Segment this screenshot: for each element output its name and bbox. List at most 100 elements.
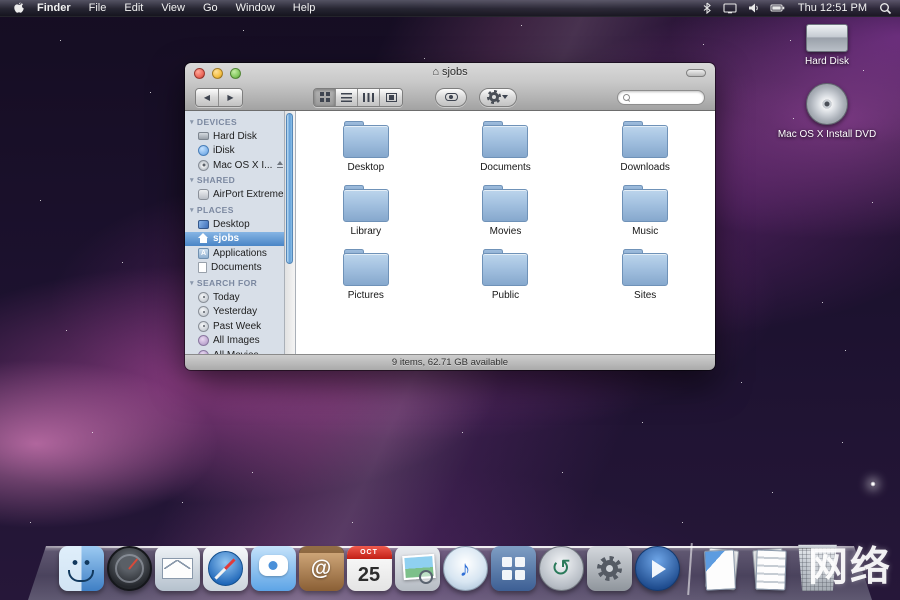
sidebar-section-places[interactable]: ▾PLACES [185, 202, 284, 217]
menu-go[interactable]: Go [194, 0, 227, 17]
folder-item[interactable]: Movies [436, 185, 576, 249]
folder-item[interactable]: Pictures [296, 249, 436, 313]
hard-disk-label: Hard Disk [805, 56, 849, 67]
sidebar-item-all-images[interactable]: All Images [185, 334, 284, 349]
spotlight-icon[interactable] [879, 2, 892, 15]
sidebar-item-install-disc[interactable]: Mac OS X I... [185, 158, 284, 173]
sidebar-item-label: sjobs [213, 233, 239, 244]
folder-item[interactable]: Downloads [575, 121, 715, 185]
dock-ichat-icon[interactable] [251, 546, 296, 591]
folder-label: Pictures [348, 290, 384, 301]
dock-itunes-icon[interactable]: ♪ [443, 546, 488, 591]
folder-label: Movies [490, 226, 522, 237]
dock-front-row-icon[interactable] [635, 546, 680, 591]
view-mode-buttons [313, 88, 403, 107]
desktop-icon-install-dvd[interactable]: Mac OS X Install DVD [778, 83, 876, 140]
sidebar-item-idisk[interactable]: iDisk [185, 144, 284, 159]
desktop-icon-hard-disk[interactable]: Hard Disk [805, 24, 849, 67]
sidebar-item-today[interactable]: Today [185, 290, 284, 305]
sidebar-scrollbar[interactable] [285, 111, 296, 354]
apple-logo-icon [12, 1, 25, 15]
search-input[interactable] [617, 90, 705, 105]
home-icon [198, 233, 209, 244]
shared-header-label: SHARED [197, 175, 235, 185]
dock-mail-icon[interactable] [155, 546, 200, 591]
folder-item[interactable]: Music [575, 185, 715, 249]
dock-ical-icon[interactable]: OCT 25 [347, 546, 392, 591]
dock-documents-stack-icon[interactable] [698, 546, 743, 591]
dock-preview-icon[interactable] [395, 546, 440, 591]
display-icon[interactable] [723, 2, 737, 14]
folder-item[interactable]: Library [296, 185, 436, 249]
quick-look-button[interactable] [435, 88, 467, 107]
sidebar-item-documents[interactable]: Documents [185, 261, 284, 276]
menu-finder[interactable]: Finder [28, 0, 80, 17]
clock-icon [198, 306, 209, 317]
disclosure-triangle-icon: ▾ [190, 279, 194, 287]
hard-disk-icon [198, 132, 209, 140]
folder-item[interactable]: Sites [575, 249, 715, 313]
dock-dashboard-icon[interactable] [107, 546, 152, 591]
menu-window[interactable]: Window [227, 0, 284, 17]
menu-view[interactable]: View [152, 0, 194, 17]
dock-system-preferences-icon[interactable] [587, 546, 632, 591]
eject-icon[interactable] [276, 161, 284, 169]
folder-item[interactable]: Public [436, 249, 576, 313]
menu-help[interactable]: Help [284, 0, 325, 17]
folder-icon [622, 125, 668, 158]
folder-item[interactable]: Documents [436, 121, 576, 185]
folder-item[interactable]: Desktop [296, 121, 436, 185]
status-text: 9 items, 62.71 GB available [392, 357, 508, 368]
finder-window: ⌂sjobs ◀ ▶ ▾DEVICES Hard Di [185, 63, 715, 370]
list-view-button[interactable] [336, 89, 358, 106]
sidebar-item-airport-extreme[interactable]: AirPort Extreme [185, 188, 284, 203]
sidebar-section-shared[interactable]: ▾SHARED [185, 173, 284, 188]
sidebar-item-sjobs[interactable]: sjobs [185, 232, 284, 247]
dock-safari-icon[interactable] [203, 546, 248, 591]
sidebar-section-search-for[interactable]: ▾SEARCH FOR [185, 275, 284, 290]
forward-button[interactable]: ▶ [219, 89, 242, 106]
battery-icon[interactable] [770, 2, 786, 14]
dock-spaces-icon[interactable] [491, 546, 536, 591]
apple-menu[interactable] [8, 1, 28, 15]
sidebar-item-desktop[interactable]: Desktop [185, 217, 284, 232]
gear-icon [601, 560, 618, 577]
volume-icon[interactable] [747, 2, 760, 14]
sidebar-section-devices[interactable]: ▾DEVICES [185, 114, 284, 129]
menu-clock[interactable]: Thu 12:51 PM [796, 2, 869, 14]
toolbar-toggle-button[interactable] [686, 69, 706, 77]
sidebar-item-label: Hard Disk [213, 131, 257, 142]
dock-address-book-icon[interactable]: @ [299, 546, 344, 591]
dock-separator [683, 539, 695, 591]
icon-view-button[interactable] [314, 89, 336, 106]
folder-icon [622, 253, 668, 286]
dock-downloads-stack-icon[interactable] [746, 546, 791, 591]
back-button[interactable]: ◀ [196, 89, 219, 106]
disc-icon [198, 160, 209, 171]
sidebar-item-yesterday[interactable]: Yesterday [185, 305, 284, 320]
folder-label: Music [632, 226, 658, 237]
sidebar-item-label: All Images [213, 335, 260, 346]
dock-time-machine-icon[interactable]: ↺ [539, 546, 584, 591]
sidebar-item-hard-disk[interactable]: Hard Disk [185, 129, 284, 144]
column-view-button[interactable] [358, 89, 380, 106]
sidebar-item-applications[interactable]: AApplications [185, 246, 284, 261]
bluetooth-icon[interactable] [701, 2, 713, 14]
folder-label: Desktop [347, 162, 384, 173]
scrollbar-thumb[interactable] [286, 113, 293, 264]
search-icon [623, 94, 630, 101]
menu-edit[interactable]: Edit [115, 0, 152, 17]
coverflow-view-button[interactable] [380, 89, 402, 106]
action-button[interactable] [479, 88, 517, 107]
sidebar-item-past-week[interactable]: Past Week [185, 319, 284, 334]
window-chrome[interactable]: ⌂sjobs ◀ ▶ [185, 63, 715, 111]
folder-icon [343, 125, 389, 158]
list-view-icon [341, 93, 352, 102]
menu-file[interactable]: File [80, 0, 116, 17]
sidebar-item-label: Past Week [213, 321, 261, 332]
folder-icon [482, 125, 528, 158]
dock: @ OCT 25 ♪ ↺ [0, 528, 900, 600]
folder-label: Downloads [620, 162, 669, 173]
status-bar: 9 items, 62.71 GB available [185, 354, 715, 370]
dock-finder-icon[interactable] [59, 546, 104, 591]
